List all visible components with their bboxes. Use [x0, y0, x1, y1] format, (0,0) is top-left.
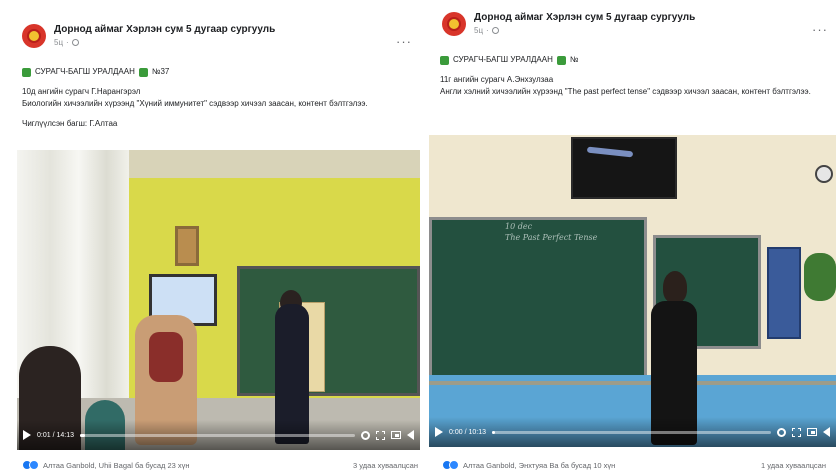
green-flag-icon	[22, 67, 31, 77]
video-scene-plant	[804, 253, 836, 301]
post-body-line: Англи хэлний хичээлийн хүрээнд "The past…	[440, 87, 811, 96]
volume-icon[interactable]	[407, 430, 414, 440]
board-text-line: The Past Perfect Tense	[505, 233, 598, 242]
post-time[interactable]: 5ц	[474, 26, 483, 35]
gear-icon[interactable]	[361, 430, 370, 440]
tag-suffix: №	[569, 55, 579, 64]
pip-icon[interactable]	[807, 428, 817, 436]
video-progress-bar[interactable]	[491, 430, 771, 434]
video-scene-tv	[571, 137, 677, 199]
post-meta: 5ц ·	[474, 26, 695, 35]
reaction-icons[interactable]	[22, 460, 39, 470]
volume-icon[interactable]	[823, 427, 830, 437]
shares-count[interactable]: 1 удаа хуваалцсан	[761, 461, 826, 470]
post-header: Дорнод аймаг Хэрлэн сум 5 дугаар сургуул…	[442, 12, 695, 44]
page-avatar[interactable]	[442, 12, 466, 36]
reactors-text[interactable]: Алтаа Ganbold, Uhii Bagal ба бусад 23 хү…	[43, 461, 190, 470]
post-footer: Алтаа Ganbold, Uhii Bagal ба бусад 23 хү…	[22, 458, 418, 472]
video-scene-chalk-ledge	[429, 381, 836, 385]
page-name-link[interactable]: Дорнод аймаг Хэрлэн сум 5 дугаар сургуул…	[54, 24, 275, 35]
tag-label: СУРАГЧ-БАГШ УРАЛДААН	[35, 67, 135, 76]
green-flag-icon	[138, 67, 148, 77]
video-scene-person-head	[663, 271, 687, 303]
page-name-link[interactable]: Дорнод аймаг Хэрлэн сум 5 дугаар сургуул…	[474, 12, 695, 23]
page-avatar[interactable]	[22, 24, 46, 48]
globe-icon	[491, 27, 499, 34]
post-body-line: 11г ангийн сурагч А.Энхзулзаа	[440, 75, 554, 84]
post-body-line: Биологийн хичээлийн хүрээнд "Хүний иммун…	[22, 99, 368, 108]
post-teacher-line: Чиглүүлсэн багш: Г.Алтаа	[22, 119, 118, 128]
video-scene-frame	[175, 226, 199, 266]
gear-icon[interactable]	[777, 427, 786, 437]
tag-label: СУРАГЧ-БАГШ УРАЛДААН	[453, 55, 553, 64]
video-progress-fill	[79, 433, 86, 437]
post-text: СУРАГЧ-БАГШ УРАЛДААН № 11г ангийн сурагч…	[440, 54, 830, 98]
more-options-icon[interactable]: ···	[812, 22, 828, 37]
pip-icon[interactable]	[391, 431, 401, 439]
post-footer: Алтаа Ganbold, Энхтуяа Ba ба бусад 10 хү…	[442, 458, 826, 472]
post-body-line: 10д ангийн сурагч Г.Нарангэрэл	[22, 87, 141, 96]
globe-icon	[71, 39, 79, 46]
green-flag-icon	[440, 55, 449, 65]
heart-icon	[449, 460, 459, 470]
video-controls: 0:01 / 14:13	[17, 420, 420, 450]
reactors-text[interactable]: Алтаа Ganbold, Энхтуяа Ba ба бусад 10 хү…	[463, 461, 615, 470]
post-card-2: Дорнод аймаг Хэрлэн сум 5 дугаар сургуул…	[428, 0, 836, 476]
post-time[interactable]: 5ц	[54, 38, 63, 47]
post-text: СУРАГЧ-БАГШ УРАЛДААН №37 10д ангийн сура…	[22, 66, 418, 130]
video-progress-fill	[491, 430, 495, 434]
video-time: 0:01 / 14:13	[37, 431, 74, 439]
video-scene-board-text: 10 dec The Past Perfect Tense	[505, 221, 597, 243]
expand-icon[interactable]	[376, 430, 385, 440]
video-time: 0:00 / 10:13	[449, 428, 486, 436]
board-text-line: 10 dec	[505, 222, 533, 231]
post-meta: 5ц ·	[54, 38, 275, 47]
video-player[interactable]: 0:01 / 14:13	[17, 150, 420, 450]
shares-count[interactable]: 3 удаа хуваалцсан	[353, 461, 418, 470]
video-scene-chalkboard	[237, 266, 420, 396]
video-player[interactable]: 10 dec The Past Perfect Tense 0:00 / 10:…	[429, 135, 836, 447]
reaction-icons[interactable]	[442, 460, 459, 470]
post-header-text: Дорнод аймаг Хэрлэн сум 5 дугаар сургуул…	[54, 24, 275, 47]
video-scene-anatomy-organs	[149, 332, 183, 382]
video-scene-poster	[767, 247, 801, 339]
green-flag-icon	[556, 55, 566, 65]
video-scene-clock	[815, 165, 833, 183]
video-controls: 0:00 / 10:13	[429, 417, 836, 447]
play-icon[interactable]	[435, 427, 443, 437]
post-card-1: Дорнод аймаг Хэрлэн сум 5 дугаар сургуул…	[0, 0, 428, 476]
post-header-text: Дорнод аймаг Хэрлэн сум 5 дугаар сургуул…	[474, 12, 695, 35]
heart-icon	[29, 460, 39, 470]
post-tagline: СУРАГЧ-БАГШ УРАЛДААН №	[440, 54, 830, 66]
video-progress-bar[interactable]	[79, 433, 355, 437]
school-emblem-icon	[27, 29, 41, 43]
play-icon[interactable]	[23, 430, 31, 440]
post-header: Дорнод аймаг Хэрлэн сум 5 дугаар сургуул…	[22, 24, 275, 56]
tag-suffix: №37	[151, 67, 170, 76]
school-emblem-icon	[447, 17, 461, 31]
expand-icon[interactable]	[792, 427, 801, 437]
post-tagline: СУРАГЧ-БАГШ УРАЛДААН №37	[22, 66, 418, 78]
more-options-icon[interactable]: ···	[396, 34, 412, 49]
